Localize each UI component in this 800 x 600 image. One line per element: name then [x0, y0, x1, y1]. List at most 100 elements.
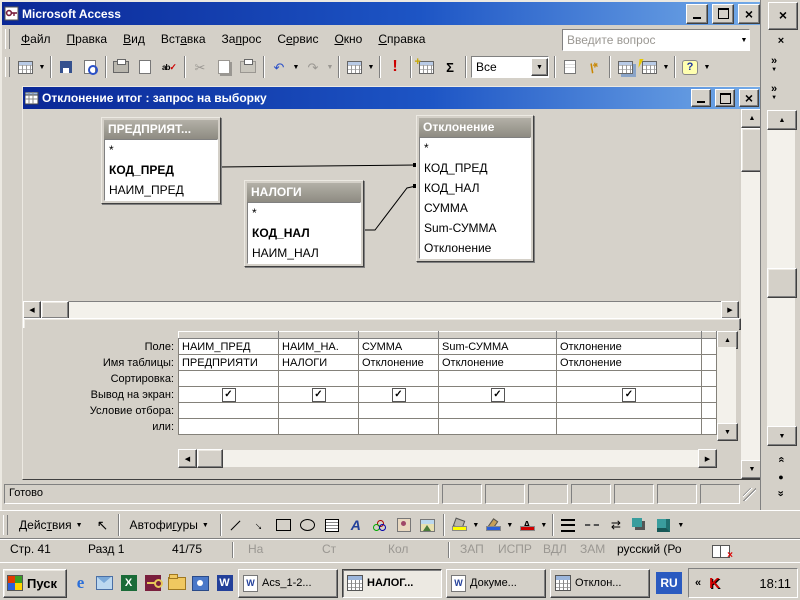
show-table-button[interactable]: + [414, 56, 438, 79]
insert-picture-button[interactable] [416, 514, 440, 537]
field-item[interactable]: Отклонение [420, 238, 530, 258]
query-minimize-button[interactable] [691, 89, 711, 107]
arrow-button[interactable]: → [248, 514, 272, 537]
scrollbar-track[interactable] [69, 302, 721, 318]
line-color-dropdown[interactable]: ▼ [505, 514, 515, 537]
oval-button[interactable] [296, 514, 320, 537]
menu-insert[interactable]: Вставка [153, 30, 214, 48]
redo-dropdown[interactable]: ▼ [325, 56, 335, 79]
rectangle-button[interactable] [272, 514, 296, 537]
field-item[interactable]: КОД_ПРЕД [105, 160, 217, 180]
undo-button[interactable]: ↶ [267, 56, 291, 79]
file-search-button[interactable] [78, 56, 102, 79]
show-checkbox[interactable]: ✓ [490, 387, 505, 402]
quicklaunch-outlook-express-icon[interactable] [94, 573, 115, 594]
extend-selection-flag[interactable]: ВДЛ [543, 542, 567, 556]
grid-cell-criteria[interactable] [178, 402, 279, 419]
spelling-button[interactable]: ab [157, 56, 181, 79]
cut-button[interactable]: ✂ [188, 56, 212, 79]
grid-cell-empty[interactable] [701, 354, 717, 371]
scroll-left-icon[interactable] [23, 301, 41, 319]
grid-cell-table[interactable]: НАЛОГИ [278, 354, 359, 371]
font-color-dropdown[interactable]: ▼ [539, 514, 549, 537]
grid-cell-table[interactable]: Отклонение [556, 354, 702, 371]
paste-button[interactable] [236, 56, 260, 79]
view-dropdown[interactable]: ▼ [37, 56, 47, 79]
grid-cell-show[interactable]: ✓ [556, 386, 702, 403]
grid-cell-show[interactable]: ✓ [178, 386, 279, 403]
grid-cell-criteria[interactable] [358, 402, 439, 419]
clip-art-button[interactable] [392, 514, 416, 537]
scrollbar-thumb[interactable] [41, 301, 69, 319]
table-card-nalogi[interactable]: НАЛОГИ * КОД_НАЛ НАИМ_НАЛ [244, 180, 364, 267]
resize-grip[interactable] [743, 487, 756, 501]
diagram-button[interactable] [368, 514, 392, 537]
redo-button[interactable]: ↷ [301, 56, 325, 79]
grid-cell-sort[interactable] [278, 370, 359, 387]
taskbar-button-otklonenie[interactable]: Отклон... [550, 568, 650, 598]
build-button[interactable]: /* [582, 56, 606, 79]
access-titlebar[interactable]: Microsoft Access [2, 2, 762, 25]
field-item[interactable]: КОД_НАЛ [420, 178, 530, 198]
table-card-title[interactable]: Отклонение [419, 118, 531, 137]
run-button[interactable]: ! [383, 56, 407, 79]
properties-button[interactable] [558, 56, 582, 79]
query-window-v-scrollbar[interactable] [741, 109, 763, 479]
toolbar-grip[interactable] [3, 515, 8, 535]
diagram-h-scrollbar[interactable] [23, 301, 739, 319]
menu-tools[interactable]: Сервис [269, 30, 326, 48]
field-item[interactable]: НАИМ_НАЛ [248, 243, 360, 263]
toolbar-overflow-chevron[interactable]: » ▼ [771, 56, 777, 74]
table-card-title[interactable]: НАЛОГИ [247, 183, 361, 202]
spelling-status-icon[interactable] [712, 545, 733, 561]
grid-cell-field[interactable]: НАИМ_НА. [278, 338, 359, 355]
shadow-style-button[interactable] [628, 514, 652, 537]
grid-cell-or[interactable] [178, 418, 279, 435]
font-color-button[interactable]: А [515, 514, 539, 537]
scroll-right-icon[interactable] [698, 449, 717, 468]
grid-cell-field[interactable]: Sum-СУММА [438, 338, 557, 355]
scroll-down-icon[interactable] [717, 423, 738, 441]
grid-cell-or[interactable] [438, 418, 557, 435]
quicklaunch-access-icon[interactable] [142, 573, 163, 594]
grid-cell-empty[interactable] [701, 386, 717, 403]
query-type-dropdown[interactable]: ▼ [366, 56, 376, 79]
menu-help[interactable]: Справка [370, 30, 433, 48]
tray-collapse-chevron[interactable]: « [695, 577, 701, 589]
grid-cell-field[interactable]: Отклонение [556, 338, 702, 355]
fill-color-button[interactable] [447, 514, 471, 537]
kaspersky-tray-icon[interactable] [709, 575, 720, 592]
query-window-titlebar[interactable]: Отклонение итог : запрос на выборку [23, 87, 761, 109]
diagram-pane[interactable]: ПРЕДПРИЯТ... * КОД_ПРЕД НАИМ_ПРЕД НАЛОГИ… [23, 109, 739, 302]
table-card-predpriyat[interactable]: ПРЕДПРИЯТ... * КОД_ПРЕД НАИМ_ПРЕД [101, 117, 221, 204]
drawing-toolbar-options[interactable]: ▼ [676, 514, 686, 537]
track-changes-flag[interactable]: ИСПР [498, 542, 532, 556]
menu-file[interactable]: Файл [13, 30, 59, 48]
grid-cell-table[interactable]: ПРЕДПРИЯТИ [178, 354, 279, 371]
grid-h-scrollbar[interactable] [178, 449, 717, 468]
field-item[interactable]: КОД_ПРЕД [420, 158, 530, 178]
word-v-scrollbar[interactable] [767, 110, 797, 446]
help-dropdown[interactable]: ▼ [702, 56, 712, 79]
quicklaunch-ie-icon[interactable]: e [70, 573, 91, 594]
grid-cell-empty[interactable] [701, 402, 717, 419]
show-checkbox[interactable]: ✓ [311, 387, 326, 402]
grid-cell-or[interactable] [556, 418, 702, 435]
grid-cell-field[interactable]: СУММА [358, 338, 439, 355]
new-object-dropdown[interactable]: ▼ [661, 56, 671, 79]
text-box-button[interactable] [320, 514, 344, 537]
scroll-left-icon[interactable] [178, 449, 197, 468]
grid-cell-table[interactable]: Отклонение [438, 354, 557, 371]
grid-cell-sort[interactable] [178, 370, 279, 387]
help-button[interactable]: ? [678, 56, 702, 79]
scrollbar-thumb[interactable] [767, 268, 797, 298]
scrollbar-thumb[interactable] [197, 449, 223, 468]
query-type-button[interactable] [342, 56, 366, 79]
grid-cell-table[interactable]: Отклонение [358, 354, 439, 371]
database-window-button[interactable] [613, 56, 637, 79]
line-color-button[interactable] [481, 514, 505, 537]
grid-cell-criteria[interactable] [556, 402, 702, 419]
grid-cell-sort[interactable] [358, 370, 439, 387]
chevron-down-icon[interactable]: ▼ [739, 31, 749, 49]
menubar-grip[interactable] [5, 29, 10, 49]
